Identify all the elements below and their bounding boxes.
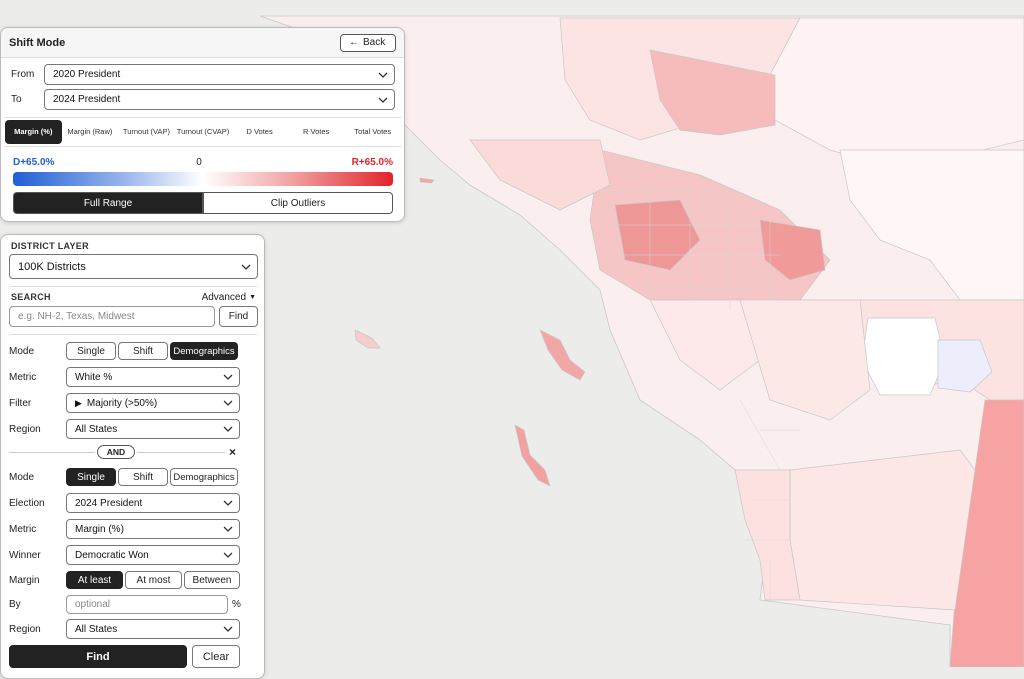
metric-value: Margin (%): [75, 523, 124, 535]
tab-d-votes[interactable]: D Votes: [231, 118, 288, 146]
search-input[interactable]: e.g. NH-2, Texas, Midwest: [9, 306, 215, 327]
tab-r-votes[interactable]: R Votes: [288, 118, 345, 146]
shift-panel-title: Shift Mode: [9, 36, 66, 49]
winner-select[interactable]: Democratic Won: [66, 545, 240, 565]
winner-value: Democratic Won: [75, 549, 149, 561]
at-least-button[interactable]: At least: [66, 571, 123, 589]
chevron-down-icon: [223, 500, 233, 506]
scale-zero-label: 0: [196, 157, 202, 168]
arrow-left-icon: ←: [349, 37, 359, 48]
to-select[interactable]: 2024 President: [44, 89, 395, 110]
county-white: [861, 317, 946, 396]
tab-margin-raw[interactable]: Margin (Raw): [62, 118, 119, 146]
election-label: Election: [9, 497, 45, 509]
back-label: Back: [363, 37, 386, 48]
tab-turnout-vap[interactable]: Turnout (VAP): [118, 118, 175, 146]
remove-filter-button[interactable]: ×: [229, 445, 236, 459]
mode-single-button[interactable]: Single: [66, 468, 116, 486]
district-layer-panel: DISTRICT LAYER 100K Districts SEARCH Adv…: [0, 234, 265, 679]
advanced-label: Advanced: [201, 292, 247, 303]
search-find-button[interactable]: Find: [219, 306, 258, 327]
from-value: 2020 President: [53, 69, 121, 80]
chevron-down-icon: [223, 374, 233, 380]
district-layer-value: 100K Districts: [18, 260, 86, 273]
chevron-down-icon: [241, 264, 251, 270]
district-layer-select[interactable]: 100K Districts: [9, 254, 258, 279]
margin-by-input[interactable]: optional: [66, 594, 228, 614]
clear-button[interactable]: Clear: [192, 645, 240, 668]
shift-panel-header: Shift Mode ← Back: [1, 28, 404, 58]
advanced-toggle[interactable]: Advanced ▼: [202, 292, 256, 303]
from-label: From: [11, 69, 35, 80]
region-label: Region: [9, 423, 41, 435]
county-sd-east: [789, 449, 976, 611]
tab-margin-pct[interactable]: Margin (%): [5, 120, 62, 144]
scale-rep-label: R+65.0%: [351, 157, 393, 168]
clip-outliers-button[interactable]: Clip Outliers: [203, 192, 393, 214]
back-button[interactable]: ← Back: [340, 33, 396, 52]
scale-dem-label: D+65.0%: [13, 157, 55, 168]
district-layer-title: DISTRICT LAYER: [11, 241, 89, 251]
winner-label: Winner: [9, 549, 41, 561]
mode-demographics-button[interactable]: Demographics: [170, 342, 238, 360]
from-select[interactable]: 2020 President: [44, 64, 395, 85]
find-button[interactable]: Find: [9, 645, 187, 668]
mode-shift-button[interactable]: Shift: [118, 468, 168, 486]
search-title: SEARCH: [11, 292, 51, 302]
tab-turnout-cvap[interactable]: Turnout (CVAP): [175, 118, 232, 146]
region-label: Region: [9, 623, 41, 635]
tab-total-votes[interactable]: Total Votes: [344, 118, 401, 146]
by-label: By: [9, 598, 21, 610]
chevron-down-icon: [223, 626, 233, 632]
filter-value: Majority (>50%): [86, 397, 158, 409]
election-value: 2024 President: [75, 497, 143, 509]
region-select-2[interactable]: All States: [66, 619, 240, 639]
color-scale-bar: [13, 172, 393, 186]
to-value: 2024 President: [53, 94, 121, 105]
filter-select[interactable]: ▶ Majority (>50%): [66, 393, 240, 413]
metric-label: Metric: [9, 523, 37, 535]
to-label: To: [11, 94, 22, 105]
metric-label: Metric: [9, 371, 37, 383]
election-select[interactable]: 2024 President: [66, 493, 240, 513]
between-button[interactable]: Between: [184, 571, 240, 589]
percent-unit: %: [232, 598, 241, 610]
shift-mode-panel: Shift Mode ← Back From 2020 President To…: [0, 27, 405, 222]
region-value: All States: [75, 423, 118, 435]
metric-select-2[interactable]: Margin (%): [66, 519, 240, 539]
metric-select-1[interactable]: White %: [66, 367, 240, 387]
margin-label: Margin: [9, 574, 40, 586]
metric-tabs: Margin (%) Margin (Raw) Turnout (VAP) Tu…: [5, 117, 401, 147]
mode-shift-button[interactable]: Shift: [118, 342, 168, 360]
chevron-down-icon: [378, 97, 388, 103]
mode-label: Mode: [9, 345, 35, 357]
triangle-right-icon: ▶: [75, 397, 82, 408]
at-most-button[interactable]: At most: [125, 571, 182, 589]
chevron-down-icon: [223, 552, 233, 558]
mode-toggle-1: Single Shift Demographics: [66, 342, 241, 360]
mode-label: Mode: [9, 471, 35, 483]
full-range-button[interactable]: Full Range: [13, 192, 203, 214]
and-pill: AND: [97, 445, 135, 459]
color-scale-labels: D+65.0% 0 R+65.0%: [13, 157, 393, 168]
margin-toggle: At least At most Between: [66, 571, 241, 589]
chevron-down-icon: [223, 526, 233, 532]
chevron-down-icon: [223, 426, 233, 432]
chevron-down-icon: [378, 72, 388, 78]
region-value: All States: [75, 623, 118, 635]
filter-label: Filter: [9, 397, 32, 409]
caret-down-icon: ▼: [249, 294, 256, 301]
metric-value: White %: [75, 371, 113, 383]
mode-toggle-2: Single Shift Demographics: [66, 468, 241, 486]
range-toggle: Full Range Clip Outliers: [13, 192, 393, 214]
mode-demographics-button[interactable]: Demographics: [170, 468, 238, 486]
mode-single-button[interactable]: Single: [66, 342, 116, 360]
region-select-1[interactable]: All States: [66, 419, 240, 439]
chevron-down-icon: [223, 400, 233, 406]
